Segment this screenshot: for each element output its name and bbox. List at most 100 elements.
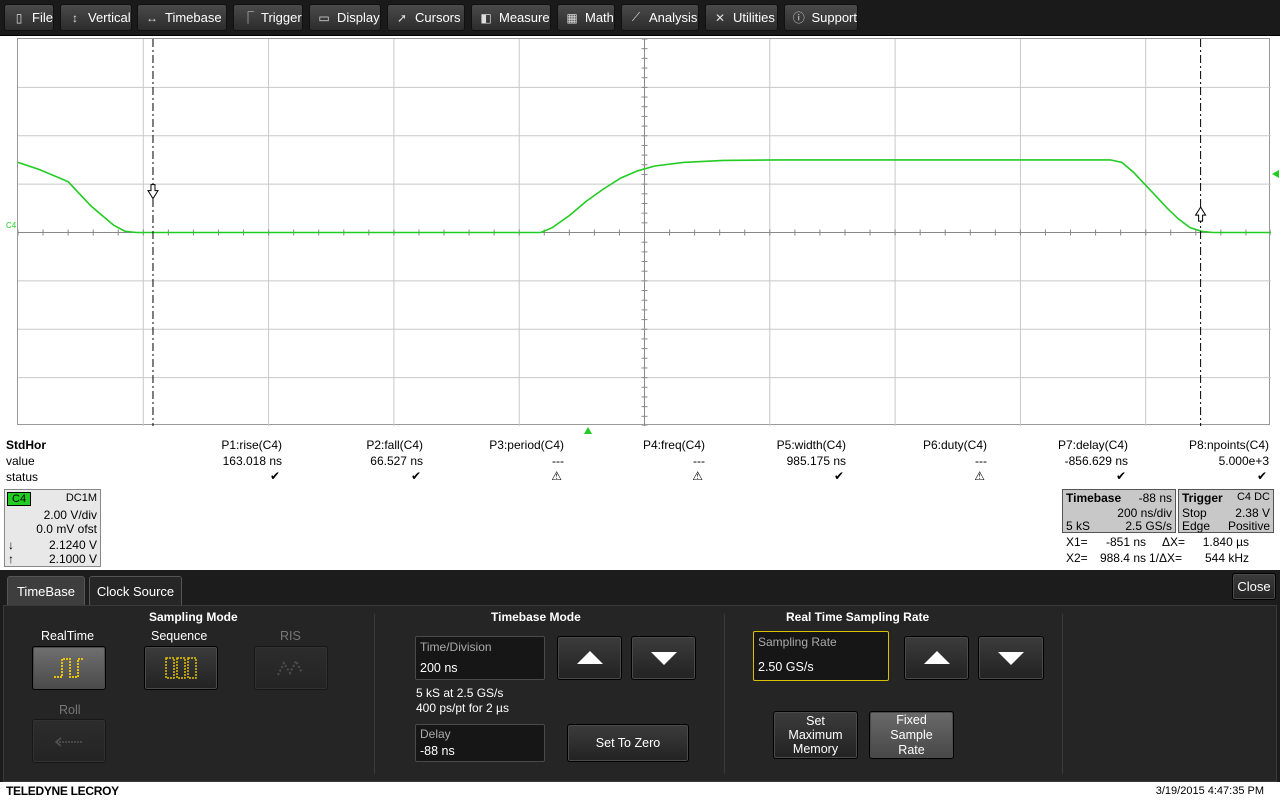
measurement-value: --- [693,454,705,468]
horizontal-arrows-icon: ↔ [146,10,158,25]
sampling-rate-field[interactable]: Sampling Rate 2.50 GS/s [753,631,889,681]
arrow-up-icon [576,651,603,664]
waveform-grid[interactable] [17,38,1271,426]
vertical-menu-button[interactable]: ↕ Vertical [60,4,132,31]
time-division-field[interactable]: Time/Division 200 ns [415,636,545,680]
trigger-icon: ⎾ [241,11,254,25]
value-row-label: value [6,454,35,468]
vertical-arrows-icon: ↕ [72,10,78,25]
timebase-title: Timebase [1066,491,1122,505]
cursors-menu-button[interactable]: ➚ Cursors [387,4,465,31]
measurement-name: P8:npoints(C4) [1188,438,1269,452]
rate-down-button[interactable] [978,636,1044,680]
info-icon: ⓘ [792,11,805,25]
cursor-x1-marker-icon [147,184,159,200]
trigger-position-marker [584,427,592,434]
cursor-x2-label: X2= [1066,551,1088,565]
warning-icon: ⚠ [974,469,985,483]
datetime: 3/19/2015 4:47:35 PM [1155,785,1264,797]
cursor-inv-label: 1/ΔX= [1149,551,1183,565]
trigger-title: Trigger [1182,491,1223,505]
ris-button[interactable] [254,646,328,690]
offset: 0.0 mV ofst [36,522,97,536]
check-icon: ✔ [1256,469,1267,483]
roll-icon [54,737,82,747]
footer: TELEDYNE LECROY 3/19/2015 4:47:35 PM [0,782,1280,800]
check-icon: ✔ [833,469,844,483]
math-label: Math [585,10,614,25]
delay-value: -88 ns [420,744,455,758]
support-menu-button[interactable]: ⓘ Support [784,4,858,31]
coupling: DC1M [65,492,97,504]
sampling-rate-value: 2.50 GS/s [758,660,814,674]
timebase-info-2: 400 ps/pt for 2 µs [416,701,509,715]
trigger-slope: Positive [1227,519,1270,533]
roll-button[interactable] [32,719,106,763]
sequence-label: Sequence [151,629,208,643]
waveform-display [18,39,1271,426]
display-icon: ▭ [318,10,330,25]
tab-clock-source[interactable]: Clock Source [89,576,182,606]
display-menu-button[interactable]: ▭ Display [309,4,381,31]
timebase-descriptor[interactable]: Timebase -88 ns 200 ns/div 5 kS 2.5 GS/s [1062,489,1176,533]
close-button[interactable]: Close [1232,573,1276,600]
timebase-dialog: TimeBase Clock Source Close Sampling Mod… [0,570,1280,782]
set-maximum-memory-button[interactable]: Set Maximum Memory [773,711,858,759]
set-to-zero-button[interactable]: Set To Zero [567,724,689,762]
ris-label: RIS [280,629,301,643]
trigger-descriptor[interactable]: Trigger C4 DC Stop 2.38 V Edge Positive [1178,489,1274,533]
ris-icon [277,658,303,676]
file-menu-button[interactable]: ▯ File [4,4,54,31]
cursor-dx-value: 1.840 µs [1202,535,1249,549]
tab-timebase[interactable]: TimeBase [7,576,85,606]
vertical-label: Vertical [88,10,131,25]
menu-bar: ▯ File ↕ Vertical ↔ Timebase ⎾ Trigger ▭ Disp… [0,0,1280,36]
channel-badge: C4 [7,492,32,506]
trigger-menu-button[interactable]: ⎾ Trigger [233,4,303,31]
check-icon: ✔ [269,469,280,483]
utilities-menu-button[interactable]: ✕ Utilities [705,4,778,31]
math-menu-button[interactable]: ▦ Math [557,4,615,31]
timebase-rate: 2.5 GS/s [1125,519,1172,533]
display-label: Display [337,10,380,25]
check-icon: ✔ [1115,469,1126,483]
measurement-name: P7:delay(C4) [1057,438,1128,452]
volts-per-div: 2.00 V/div [43,508,97,522]
measurement-value: -856.629 ns [1064,454,1128,468]
fixed-sample-rate-button[interactable]: Fixed Sample Rate [869,711,954,759]
cursor-icon: ➚ [396,10,408,25]
measurement-name: P5:width(C4) [776,438,846,452]
arrow-down-icon [998,652,1024,665]
sampling-rate-heading: Real Time Sampling Rate [786,610,930,624]
timebase-info-1: 5 kS at 2.5 GS/s [416,686,504,700]
timebase-div: 200 ns/div [1117,506,1172,520]
realtime-button[interactable] [32,646,106,690]
delay-label: Delay [420,727,451,741]
channel-descriptor-c4[interactable]: C4 DC1M 2.00 V/div 0.0 mV ofst ↓ 2.1240 … [4,489,101,567]
measurement-value: 163.018 ns [222,454,282,468]
measurement-name: P4:freq(C4) [642,438,705,452]
rate-up-button[interactable] [904,636,969,680]
file-icon: ▯ [15,10,23,25]
sequence-button[interactable] [144,646,218,690]
delay-field[interactable]: Delay -88 ns [415,724,545,762]
trigger-level-marker [1272,170,1279,178]
cursor1-symbol: ↓ [8,538,14,552]
cursor-dx-label: ΔX= [1162,535,1186,549]
cursor2-voltage: 2.1000 V [48,552,97,566]
trigger-label: Trigger [261,10,302,25]
sampling-rate-label: Sampling Rate [758,635,837,649]
cursor-x2-value: 988.4 ns [1099,551,1146,565]
time-div-up-button[interactable] [557,636,622,680]
measure-menu-button[interactable]: ◧ Measure [471,4,551,31]
analysis-menu-button[interactable]: ⟋ Analysis [621,4,699,31]
measurement-name: P2:fall(C4) [366,438,423,452]
measurement-name: P3:period(C4) [489,438,564,452]
warning-icon: ⚠ [692,469,703,483]
measurement-value: 66.527 ns [370,454,423,468]
roll-label: Roll [59,703,81,717]
time-div-down-button[interactable] [631,636,696,680]
brand-logo: TELEDYNE LECROY [6,784,119,798]
timebase-menu-button[interactable]: ↔ Timebase [137,4,227,31]
analysis-label: Analysis [649,10,698,25]
